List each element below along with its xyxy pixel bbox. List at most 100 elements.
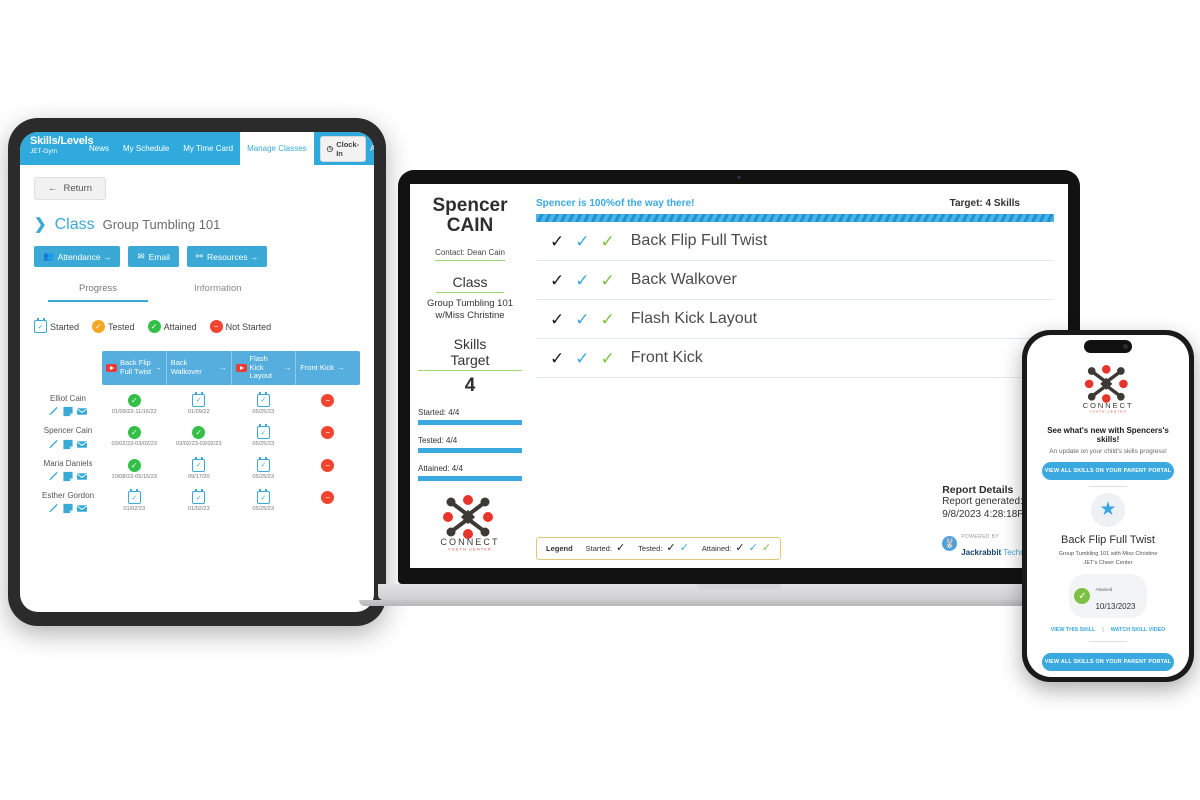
- front-camera-icon: [1123, 344, 1128, 349]
- email-label: Email: [148, 251, 170, 262]
- pencil-icon[interactable]: [48, 471, 60, 482]
- skill-status-cell[interactable]: ✓ 03/02/23-03/02/23: [102, 426, 167, 447]
- student-name-cell: Esther Gordon: [34, 491, 102, 514]
- pencil-icon[interactable]: [48, 439, 60, 450]
- watch-skill-video-link[interactable]: WATCH SKILL VIDEO: [1111, 627, 1166, 633]
- skill-status-cell[interactable]: −: [296, 393, 361, 407]
- divider: [1089, 641, 1127, 643]
- skill-status-cell[interactable]: ✓ 05/25/23: [231, 424, 296, 447]
- stat-attained: Attained: 4/4: [418, 464, 522, 481]
- skill-status-cell[interactable]: ✓ 10/08/22-05/15/23: [102, 458, 167, 480]
- legend-attained: ✓ Attained: [147, 320, 197, 333]
- skill-column-2[interactable]: Back Walkover →: [167, 351, 232, 385]
- skill-status-cell[interactable]: ✓ 05/25/23: [231, 391, 296, 415]
- envelope-icon[interactable]: [76, 439, 88, 450]
- skill-status-cell[interactable]: ✓ 01/02/23: [102, 489, 167, 512]
- skill-date: 10/08/22-05/15/23: [111, 473, 157, 480]
- skill-status-cell[interactable]: ✓ 03/02/23-03/02/23: [167, 426, 232, 447]
- email-button[interactable]: ✉ Email: [128, 246, 179, 267]
- table-row: Esther Gordon ✓ 01/02/23 ✓ 01/02/23 ✓ 05/25/23…: [34, 489, 361, 514]
- brand-subtitle: JET-Gym: [30, 147, 58, 155]
- check-circle-icon: ✓: [127, 426, 141, 440]
- pencil-icon[interactable]: [48, 503, 60, 514]
- check-icon-black: ✓: [550, 270, 565, 290]
- class-heading: Class: [436, 274, 504, 293]
- nav-item-my-schedule[interactable]: My Schedule: [116, 132, 176, 165]
- skill-date: 05/25/23: [252, 473, 275, 480]
- video-icon[interactable]: [106, 363, 117, 372]
- view-all-skills-button-bottom[interactable]: VIEW ALL SKILLS ON YOUR PARENT PORTAL: [1042, 653, 1174, 672]
- skill-status-cell[interactable]: ✓ 05/25/23: [231, 489, 296, 513]
- skill-column-3[interactable]: Flash Kick Layout →: [232, 351, 297, 385]
- skill-status-cell[interactable]: ✓ 01/02/23: [167, 489, 232, 513]
- phone-skill-center: JET's Cheer Center: [1083, 559, 1133, 566]
- skill-status-cell[interactable]: ✓ 05/25/23: [231, 456, 296, 480]
- skill-status-cell[interactable]: ✓ 09/17/20: [167, 456, 232, 480]
- students-table-body: Elliot Cain ✓ 01/09/22-11/16/22 ✓ 01/09/22 ✓ 0…: [34, 391, 361, 515]
- class-label[interactable]: Class: [55, 216, 95, 234]
- nav-item-manage-classes[interactable]: Manage Classes: [240, 132, 314, 165]
- skill-column-1-label: Back Flip Full Twist: [120, 358, 152, 376]
- skill-status-cell[interactable]: −: [296, 491, 361, 505]
- attendance-button[interactable]: 👥 Attendance →: [34, 246, 121, 267]
- student-name-cell: Spencer Cain: [34, 426, 102, 449]
- check-circle-icon: ✓: [192, 426, 206, 440]
- connect-logo: CONNECT YOUTH CENTER: [440, 495, 500, 560]
- table-row: Maria Daniels ✓ 10/08/22-05/15/23 ✓ 09/17/20…: [34, 456, 361, 482]
- view-all-skills-button-top[interactable]: VIEW ALL SKILLS ON YOUR PARENT PORTAL: [1042, 462, 1174, 480]
- skill-name: Flash Kick Layout: [630, 310, 758, 327]
- student-row-icons: [34, 406, 102, 417]
- check-icon-blue: ✓: [575, 348, 590, 368]
- return-button[interactable]: ← Return: [34, 177, 107, 200]
- skill-date: 01/02/23: [187, 506, 210, 513]
- tab-information[interactable]: Information: [194, 283, 242, 302]
- skill-date: 05/25/23: [252, 408, 275, 415]
- note-icon[interactable]: [62, 439, 74, 450]
- check-icon-blue: ✓: [748, 542, 758, 554]
- skill-date: 03/02/23-03/02/23: [176, 441, 222, 448]
- student-row-icons: [34, 503, 102, 514]
- connect-logo-mark: CONNECT YOUTH CENTER: [1083, 365, 1134, 414]
- note-icon[interactable]: [62, 406, 74, 417]
- resources-button[interactable]: ⚯ Resources →: [186, 246, 268, 267]
- clock-in-button[interactable]: ◷ Clock-In: [319, 135, 367, 162]
- tablet-content: ← Return ❯ Class Group Tumbling 101 👥 At…: [20, 165, 374, 514]
- note-icon[interactable]: [62, 471, 74, 482]
- attained-text: Attained 10/13/2023: [1095, 578, 1135, 614]
- skill-status-cell[interactable]: ✓ 01/09/22-11/16/22: [102, 393, 167, 415]
- share-icon: ⚯: [195, 251, 203, 261]
- phone-subline: An update on your child's skills progres…: [1049, 448, 1167, 455]
- skill-status-cell[interactable]: −: [296, 426, 361, 440]
- legend-not-started: − Not Started: [209, 320, 271, 333]
- minus-circle-icon: −: [321, 458, 335, 472]
- skill-status-cell[interactable]: ✓ 01/09/22: [167, 391, 232, 415]
- star-icon: ★: [1091, 493, 1125, 527]
- tablet-device: Skills/Levels JET-Gym News My Schedule M…: [8, 118, 386, 626]
- envelope-icon[interactable]: [76, 471, 88, 482]
- skill-column-1[interactable]: Back Flip Full Twist →: [102, 351, 167, 385]
- envelope-icon[interactable]: [76, 503, 88, 514]
- class-detail-line2: w/Miss Christine: [435, 310, 505, 322]
- arrow-right-icon: →: [283, 362, 292, 372]
- skill-date: 05/25/23: [252, 506, 275, 513]
- skills-target-number: 4: [464, 374, 476, 396]
- logo-name: CONNECT: [1083, 401, 1134, 410]
- nav-item-news[interactable]: News: [82, 132, 116, 165]
- video-icon[interactable]: [235, 363, 247, 372]
- divider: [1089, 486, 1127, 487]
- view-this-skill-link[interactable]: VIEW THIS SKILL: [1051, 627, 1096, 633]
- class-breadcrumb: ❯ Class Group Tumbling 101: [34, 215, 360, 234]
- check-icon-black: ✓: [550, 348, 565, 368]
- legend-tested-label: Tested:: [638, 544, 663, 553]
- skill-status-cell[interactable]: −: [296, 458, 361, 472]
- skill-row: ✓ ✓ ✓ Back Flip Full Twist: [536, 222, 1054, 261]
- note-icon[interactable]: [62, 503, 74, 514]
- envelope-icon[interactable]: [76, 406, 88, 417]
- arrow-right-icon: →: [337, 362, 345, 372]
- skill-column-4[interactable]: Front Kick →: [296, 351, 360, 385]
- pencil-icon[interactable]: [48, 406, 60, 417]
- laptop-device: Spencer CAIN Contact: Dean Cain Class Gr…: [359, 170, 1119, 606]
- tab-progress[interactable]: Progress: [48, 283, 148, 302]
- nav-item-my-time-card[interactable]: My Time Card: [176, 132, 240, 165]
- actions-menu[interactable]: Actions ▾: [370, 132, 374, 165]
